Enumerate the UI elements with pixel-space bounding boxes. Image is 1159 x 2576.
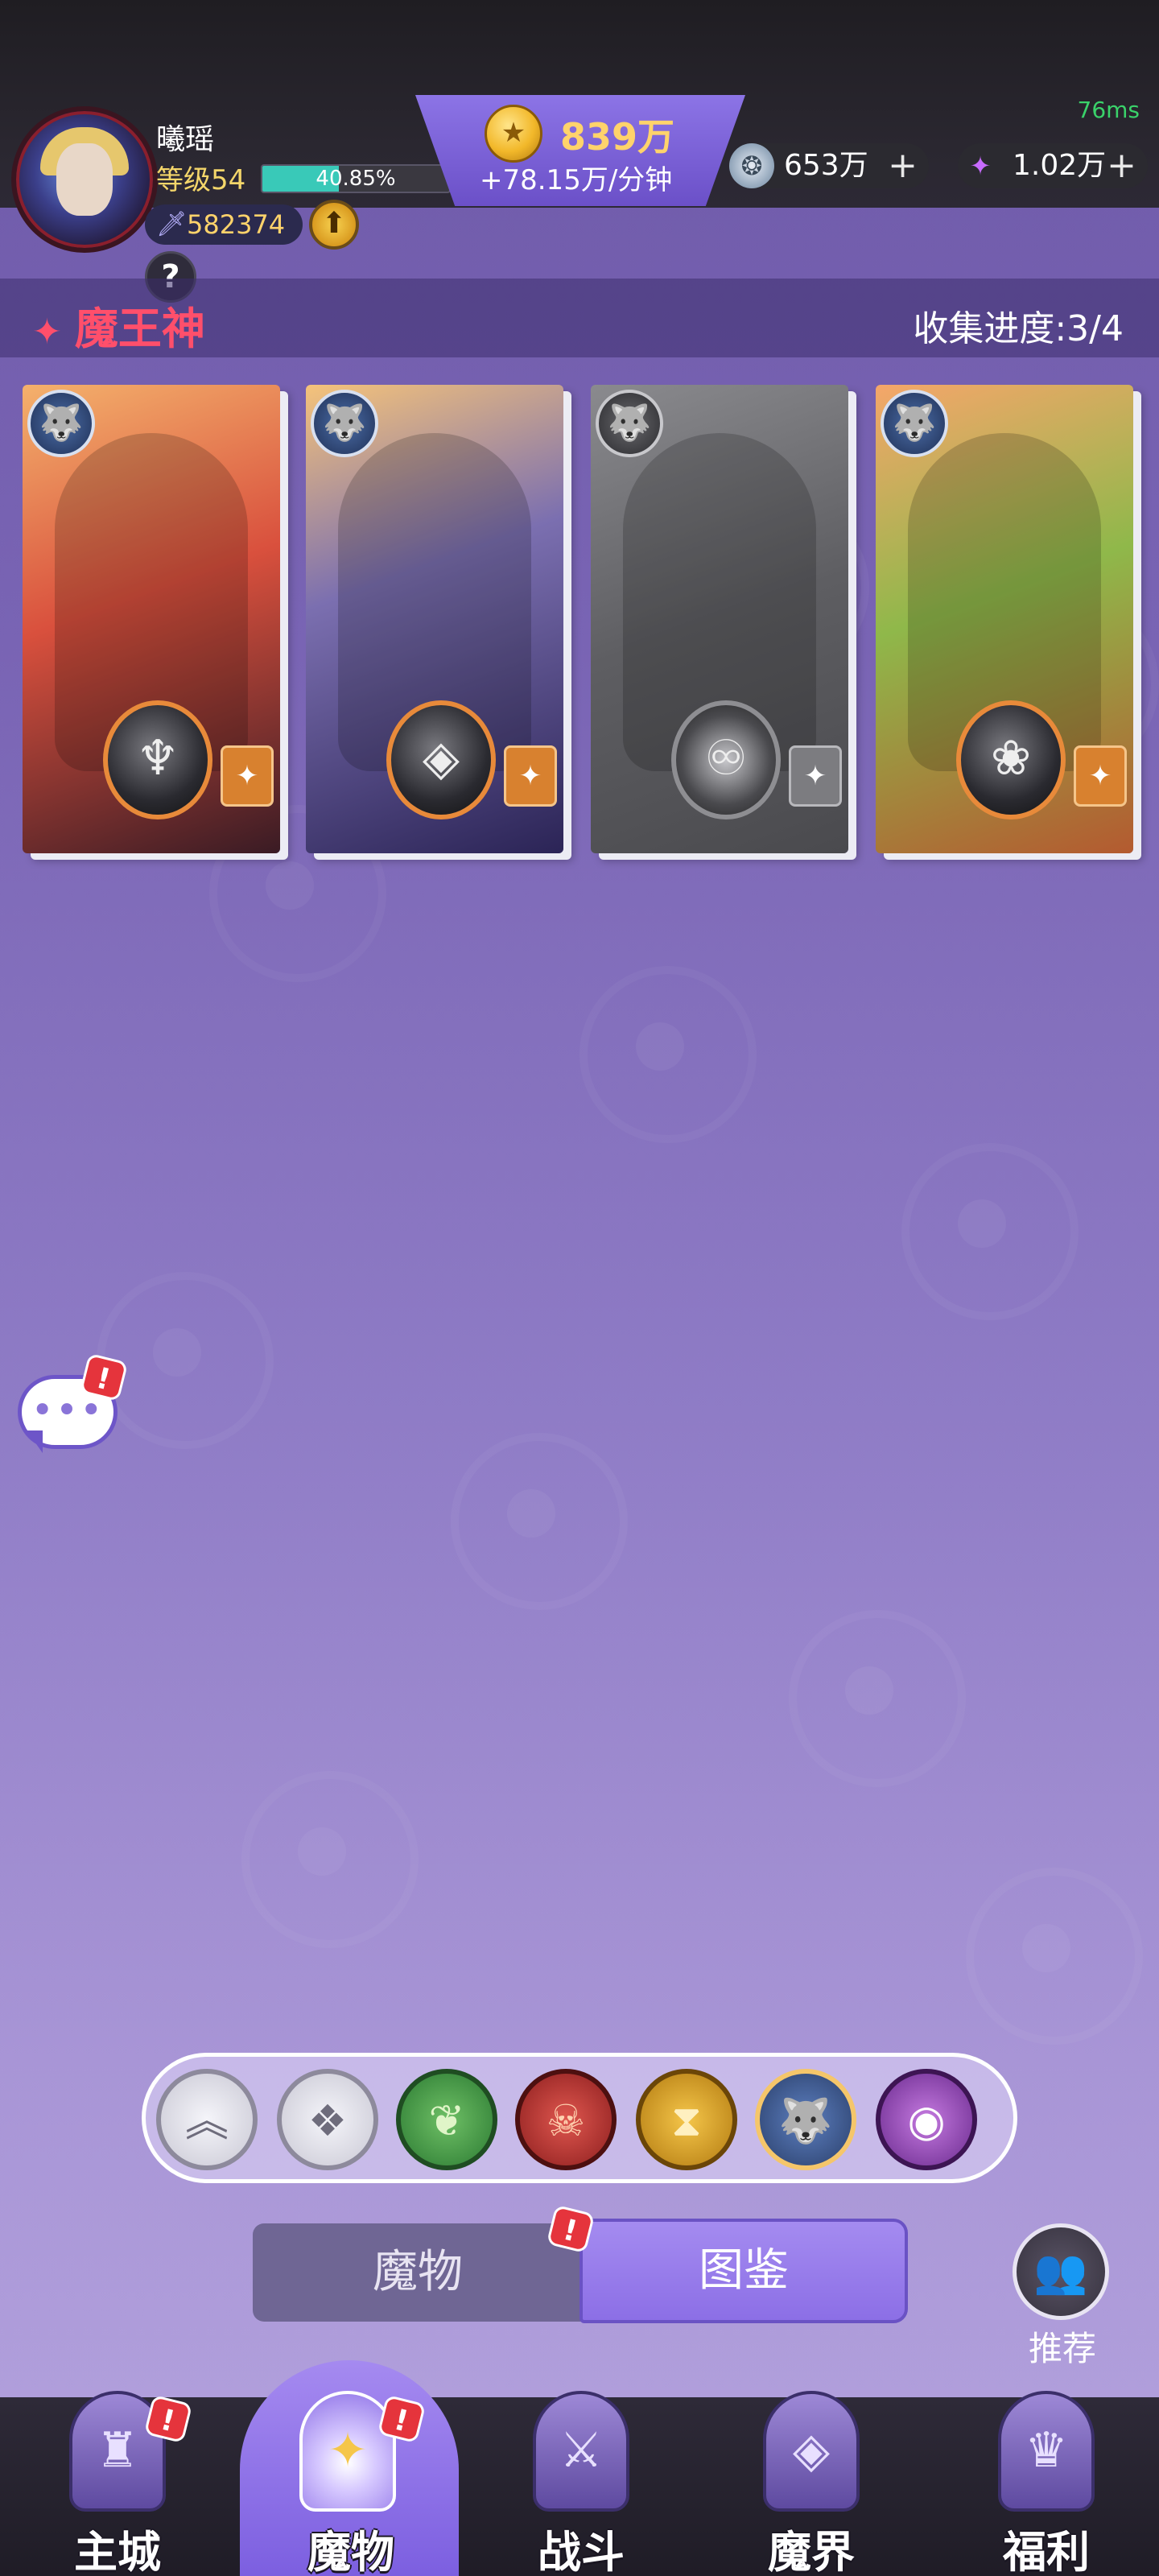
- silver-currency: ❂ 653万 +: [729, 143, 929, 188]
- filter-time-icon[interactable]: ⧗: [636, 2069, 737, 2170]
- crystal-currency: ✦ 1.02万 +: [958, 143, 1148, 188]
- filter-nature-icon[interactable]: ❦: [396, 2069, 497, 2170]
- silver-amount: 653万: [784, 149, 868, 182]
- wolf-faction-icon: 🐺: [881, 390, 948, 457]
- recommend-button[interactable]: 👥: [1013, 2223, 1109, 2320]
- wolf-faction-icon: 🐺: [596, 390, 663, 457]
- nav-label: 主城: [74, 2527, 161, 2576]
- add-silver-button[interactable]: +: [888, 143, 918, 188]
- filter-demon-icon[interactable]: ☠: [515, 2069, 617, 2170]
- xp-progress-text: 40.85%: [316, 167, 396, 191]
- player-name: 曦瑶: [156, 123, 215, 156]
- player-level: 等级54: [156, 164, 246, 196]
- combat-power-value: 582374: [187, 209, 286, 240]
- card-fragment-icon: ✦: [221, 745, 274, 807]
- shield-sword-icon: ⚔: [533, 2391, 629, 2512]
- card-lion-locked[interactable]: 🐺 ♾ ✦: [591, 385, 848, 853]
- collection-progress: 收集进度:3/4: [913, 308, 1124, 349]
- nav-label: 战斗: [538, 2527, 625, 2576]
- card-shadow-dragon[interactable]: 🐺 ◈ ✦: [306, 385, 563, 853]
- crystal-icon: ✦: [969, 151, 992, 181]
- horned-emblem-icon: ♾: [671, 700, 781, 819]
- avatar-face: [56, 143, 113, 216]
- filter-top-icon[interactable]: ︽: [156, 2069, 258, 2170]
- card-fragment-icon: ✦: [789, 745, 842, 807]
- card-red-demoness[interactable]: 🐺 ♆ ✦: [23, 385, 280, 853]
- gold-amount: 839万: [560, 115, 675, 159]
- combat-power: 🗡 582374: [145, 204, 303, 245]
- nav-item-monster[interactable]: ✦ 魔物: [243, 2375, 459, 2576]
- section-title-text: 魔王神: [74, 303, 205, 354]
- nav-item-welfare[interactable]: ♛ 福利: [942, 2375, 1151, 2576]
- wolf-faction-icon: 🐺: [27, 390, 95, 457]
- add-crystal-button[interactable]: +: [1107, 143, 1136, 188]
- wolf-faction-icon: 🐺: [311, 390, 378, 457]
- helmet-emblem-icon: ♆: [103, 700, 212, 819]
- portal-icon: ◈: [763, 2391, 860, 2512]
- filter-eye-icon[interactable]: ◉: [876, 2069, 977, 2170]
- card-fragment-icon: ✦: [504, 745, 557, 807]
- egg-emblem-icon: ◈: [386, 700, 496, 819]
- filter-beast-icon[interactable]: 🐺: [755, 2069, 856, 2170]
- tab-codex[interactable]: 图鉴: [580, 2219, 908, 2323]
- nav-item-battle[interactable]: ⚔ 战斗: [476, 2375, 686, 2576]
- recommend-label: 推荐: [1028, 2329, 1096, 2368]
- gold-rate: +78.15万/分钟: [480, 164, 673, 196]
- gold-coin-icon: ★: [485, 105, 542, 163]
- card-green-dragon[interactable]: 🐺 ❀ ✦: [876, 385, 1133, 853]
- silver-coin-icon: ❂: [729, 143, 774, 188]
- flame-icon: ✦: [299, 2391, 396, 2512]
- treasure-chest-icon: ♛: [998, 2391, 1095, 2512]
- nav-label: 福利: [1003, 2527, 1090, 2576]
- xp-progress-bar: 40.85%: [261, 164, 451, 193]
- latency-indicator: 76ms: [1077, 97, 1140, 123]
- power-upgrade-button[interactable]: ⬆: [309, 200, 359, 250]
- nav-label: 魔物: [307, 2527, 394, 2576]
- flower-emblem-icon: ❀: [956, 700, 1066, 819]
- star-icon: ✦: [32, 312, 62, 353]
- filter-all-icon[interactable]: ❖: [277, 2069, 378, 2170]
- crystal-amount: 1.02万: [1013, 149, 1107, 182]
- section-title: ✦ 魔王神: [32, 293, 205, 357]
- sword-icon: 🗡: [156, 210, 188, 238]
- nav-item-realm[interactable]: ◈ 魔界: [707, 2375, 916, 2576]
- player-avatar[interactable]: [11, 106, 158, 253]
- nav-label: 魔界: [768, 2527, 855, 2576]
- card-fragment-icon: ✦: [1074, 745, 1127, 807]
- nav-item-home[interactable]: ♜ 主城: [13, 2375, 222, 2576]
- tab-monster[interactable]: 魔物: [253, 2223, 583, 2322]
